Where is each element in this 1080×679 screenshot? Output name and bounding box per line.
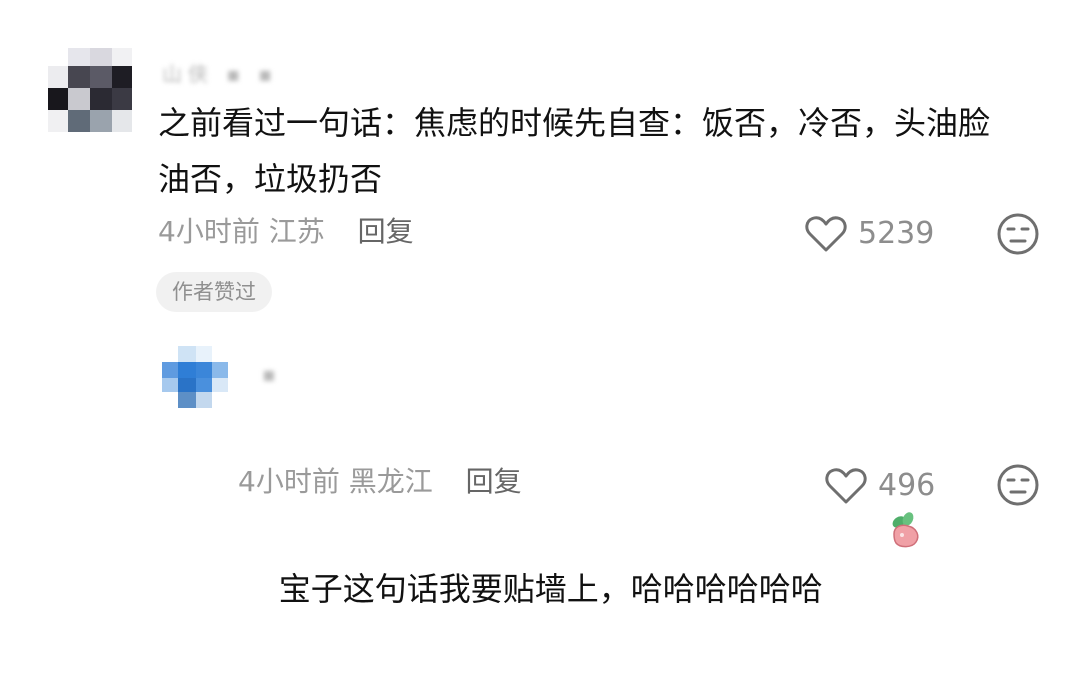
avatar[interactable]: [162, 346, 228, 408]
username[interactable]: 山侠 ▪ ▪: [162, 64, 278, 84]
comment-text: 之前看过一句话：焦虑的时候先自查：饭否，冷否，头油脸油否，垃圾扔否: [158, 104, 991, 198]
comment-meta: 4小时前 黑龙江 回复: [238, 464, 522, 500]
dislike-face-icon[interactable]: [996, 463, 1040, 511]
avatar[interactable]: [48, 48, 132, 132]
author-liked-badge: 作者赞过: [156, 272, 272, 312]
reply-button[interactable]: 回复: [358, 215, 414, 248]
heart-icon: [804, 214, 848, 254]
username[interactable]: ▪: [262, 364, 282, 384]
like-count: 496: [878, 468, 936, 503]
comment-text: 宝子这句话我要贴墙上，哈哈哈哈哈哈: [238, 398, 1018, 679]
location: 黑龙江: [348, 465, 433, 498]
reply-button[interactable]: 回复: [466, 465, 522, 498]
comment-text-content: 宝子这句话我要贴墙上，哈哈哈哈哈哈: [278, 570, 823, 608]
comment-meta: 4小时前 江苏 回复: [158, 214, 414, 250]
timestamp: 4小时前: [238, 465, 340, 498]
like-count: 5239: [858, 216, 935, 251]
like-button[interactable]: 5239: [804, 214, 934, 254]
heart-icon: [824, 466, 868, 506]
like-button[interactable]: 496: [824, 466, 935, 506]
dislike-face-icon[interactable]: [996, 212, 1040, 260]
timestamp: 4小时前: [158, 215, 260, 248]
location: 江苏: [268, 215, 325, 248]
